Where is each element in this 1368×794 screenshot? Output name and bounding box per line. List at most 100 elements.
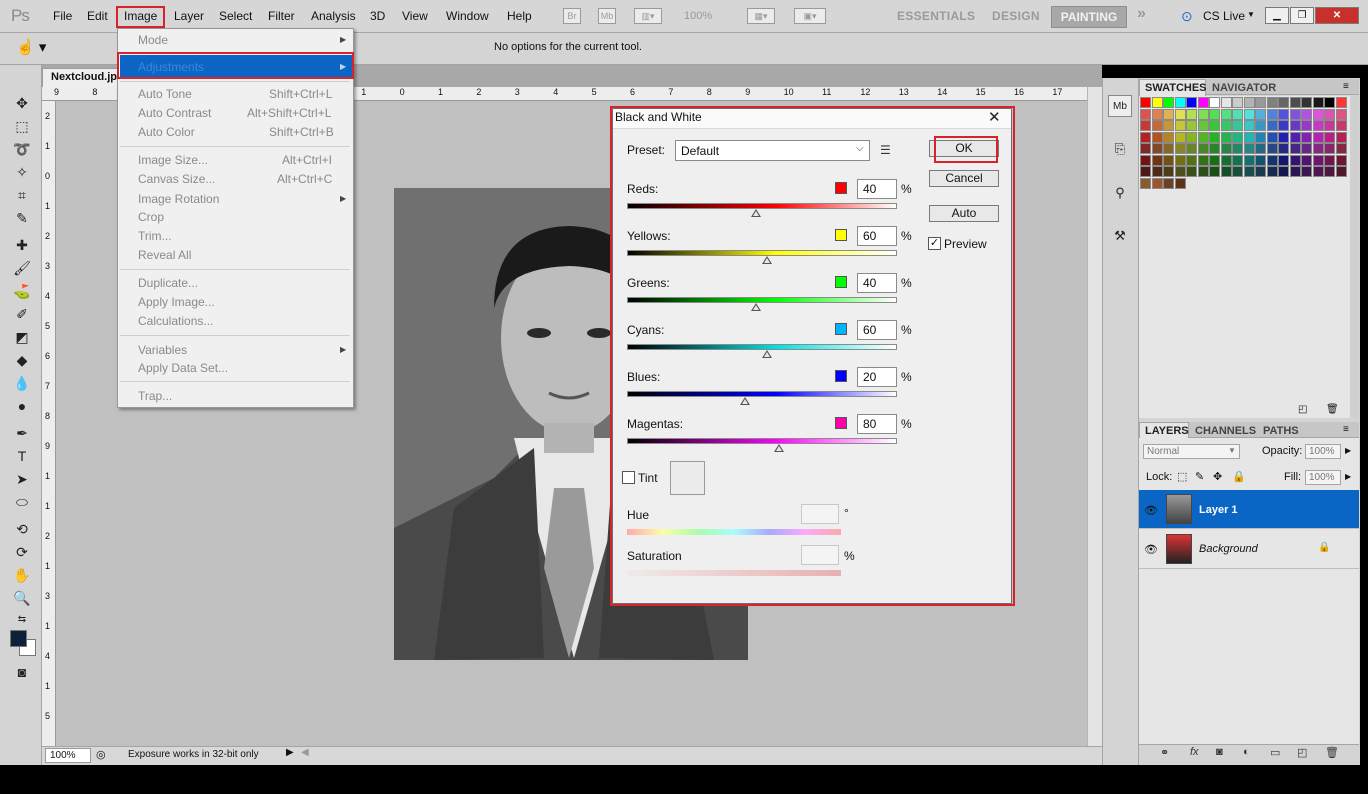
- opacity-input[interactable]: 100%: [1305, 444, 1341, 459]
- lock-image-icon[interactable]: ✎: [1195, 470, 1204, 483]
- menu-item-variables[interactable]: Variables: [138, 343, 187, 357]
- color-swatch[interactable]: [1163, 143, 1174, 154]
- blues-slider[interactable]: [627, 391, 897, 397]
- menu-select[interactable]: Select: [219, 9, 252, 23]
- color-swatch[interactable]: [1312, 120, 1324, 131]
- hue-slider[interactable]: [627, 529, 841, 535]
- color-swatch[interactable]: [1289, 131, 1301, 143]
- delete-layer-icon[interactable]: 🗑: [1325, 746, 1339, 759]
- blur-tool-icon[interactable]: 💧: [11, 373, 33, 393]
- zoom-tool-icon[interactable]: 🔍: [11, 588, 33, 608]
- lasso-tool-icon[interactable]: ➰: [11, 139, 33, 159]
- color-swatch[interactable]: [1186, 108, 1197, 120]
- color-swatch[interactable]: [1163, 177, 1174, 189]
- color-swatch[interactable]: [1163, 131, 1174, 143]
- color-swatch[interactable]: [1266, 97, 1278, 108]
- color-swatch[interactable]: [1186, 143, 1197, 154]
- foreground-color-swatch[interactable]: [10, 630, 27, 647]
- color-swatch[interactable]: [1174, 177, 1186, 189]
- color-swatch[interactable]: [1209, 154, 1220, 166]
- reds-value-input[interactable]: 40: [857, 179, 897, 199]
- preset-options-icon[interactable]: ☰: [880, 143, 891, 157]
- cs-live-icon[interactable]: ⊙: [1181, 8, 1193, 25]
- close-button[interactable]: ✕: [1315, 7, 1359, 24]
- color-swatch[interactable]: [1243, 108, 1255, 120]
- tint-color-swatch[interactable]: [670, 461, 705, 495]
- color-swatch[interactable]: [1186, 166, 1197, 177]
- actions-panel-icon[interactable]: ⚲: [1108, 182, 1132, 204]
- color-swatch[interactable]: [1266, 166, 1278, 177]
- color-swatch[interactable]: [1324, 108, 1335, 120]
- color-swatch[interactable]: [1312, 108, 1324, 120]
- color-swatch[interactable]: [1278, 131, 1289, 143]
- menu-item-mode[interactable]: Mode: [138, 33, 168, 47]
- color-swatch[interactable]: [1243, 131, 1255, 143]
- layer-name[interactable]: Layer 1: [1199, 504, 1238, 516]
- tint-checkbox[interactable]: [622, 471, 635, 484]
- color-swatch[interactable]: [1255, 97, 1266, 108]
- color-swatch[interactable]: [1220, 108, 1232, 120]
- adjustment-layer-icon[interactable]: ◐: [1243, 746, 1250, 758]
- link-layers-icon[interactable]: ⚭: [1160, 746, 1169, 759]
- menu-item-trim[interactable]: Trim...: [138, 229, 172, 243]
- color-swatch[interactable]: [1209, 120, 1220, 131]
- menu-item-trap[interactable]: Trap...: [138, 389, 172, 403]
- reds-slider-thumb[interactable]: [751, 209, 761, 217]
- preset-select[interactable]: Default: [675, 140, 870, 161]
- color-swatch[interactable]: [1209, 131, 1220, 143]
- color-swatch[interactable]: [1324, 131, 1335, 143]
- color-swatch[interactable]: [1151, 131, 1163, 143]
- color-swatch[interactable]: [1255, 143, 1266, 154]
- auto-button[interactable]: Auto: [929, 205, 999, 222]
- workspace-painting[interactable]: PAINTING: [1051, 6, 1127, 28]
- color-swatch[interactable]: [1174, 97, 1186, 108]
- tool-preset-picker-icon[interactable]: ☝ ▾: [16, 38, 56, 60]
- color-swatch[interactable]: [1289, 154, 1301, 166]
- fill-input[interactable]: 100%: [1305, 470, 1341, 485]
- lock-all-icon[interactable]: 🔒: [1232, 470, 1246, 483]
- new-layer-icon[interactable]: ◰: [1297, 746, 1307, 759]
- color-swatch[interactable]: [1151, 177, 1163, 189]
- color-swatch[interactable]: [1197, 97, 1209, 108]
- layer-style-icon[interactable]: fx: [1190, 746, 1199, 758]
- color-swatch[interactable]: [1174, 154, 1186, 166]
- pen-tool-icon[interactable]: ✒: [11, 423, 33, 443]
- eraser-tool-icon[interactable]: ◩: [11, 327, 33, 347]
- color-swatch[interactable]: [1197, 120, 1209, 131]
- opacity-arrow-icon[interactable]: ▶: [1345, 446, 1351, 455]
- zoom-status-field[interactable]: 100%: [45, 748, 91, 763]
- color-swatch[interactable]: [1243, 120, 1255, 131]
- color-swatch[interactable]: [1232, 154, 1243, 166]
- color-swatch[interactable]: [1266, 154, 1278, 166]
- menu-item-calculations[interactable]: Calculations...: [138, 314, 213, 328]
- color-swatch[interactable]: [1197, 166, 1209, 177]
- color-swatch[interactable]: [1301, 143, 1312, 154]
- color-swatch[interactable]: [1301, 166, 1312, 177]
- color-swatch[interactable]: [1163, 97, 1174, 108]
- color-swatch[interactable]: [1255, 131, 1266, 143]
- history-brush-tool-icon[interactable]: ✐: [11, 304, 33, 324]
- blend-mode-select[interactable]: Normal: [1143, 444, 1240, 459]
- color-swatch[interactable]: [1186, 97, 1197, 108]
- color-swatch[interactable]: [1140, 166, 1151, 177]
- menu-item-crop[interactable]: Crop: [138, 210, 164, 224]
- cyans-value-input[interactable]: 60: [857, 320, 897, 340]
- color-swatch[interactable]: [1197, 108, 1209, 120]
- move-tool-icon[interactable]: ✥: [11, 93, 33, 113]
- color-swatch[interactable]: [1335, 166, 1347, 177]
- menu-item-image-size[interactable]: Image Size...: [138, 153, 208, 167]
- color-swatch[interactable]: [1335, 131, 1347, 143]
- color-swatch[interactable]: [1232, 120, 1243, 131]
- chevron-down-icon[interactable]: ⌵: [856, 143, 864, 154]
- paint-bucket-tool-icon[interactable]: ◆: [11, 350, 33, 370]
- color-swatch[interactable]: [1243, 143, 1255, 154]
- greens-slider-thumb[interactable]: [751, 303, 761, 311]
- color-swatch[interactable]: [1186, 120, 1197, 131]
- fill-arrow-icon[interactable]: ▶: [1345, 472, 1351, 481]
- color-swatch[interactable]: [1324, 166, 1335, 177]
- color-swatch[interactable]: [1174, 143, 1186, 154]
- color-swatch[interactable]: [1232, 108, 1243, 120]
- quick-select-tool-icon[interactable]: ✧: [11, 162, 33, 182]
- menu-view[interactable]: View: [402, 9, 428, 23]
- marquee-tool-icon[interactable]: ⬚: [11, 116, 33, 136]
